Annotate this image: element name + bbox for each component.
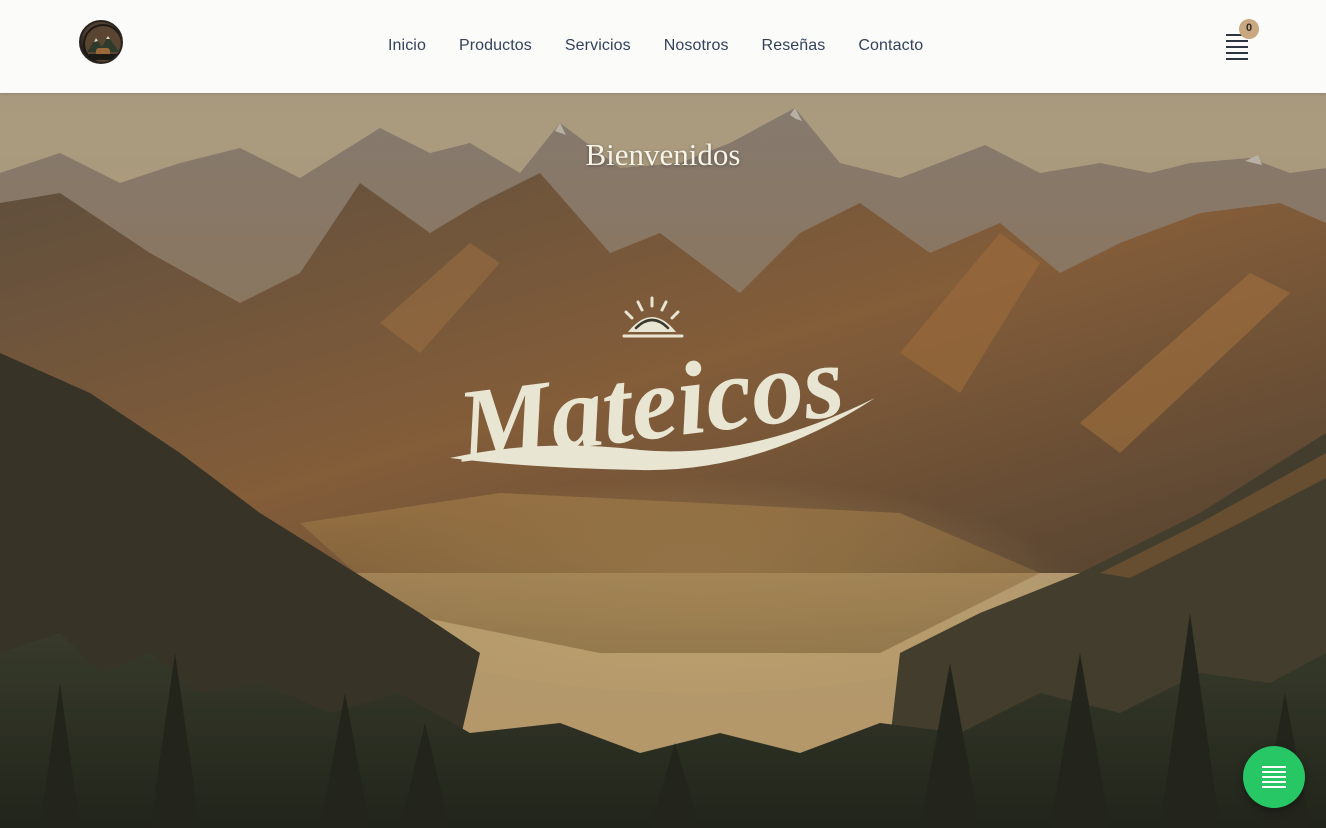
nav-item-contacto[interactable]: Contacto [858, 36, 923, 56]
mate-sun-icon [622, 296, 684, 338]
menu-line [1226, 52, 1248, 54]
menu-line [1226, 46, 1248, 48]
menu-line [1262, 781, 1286, 783]
nav-item-nosotros[interactable]: Nosotros [664, 36, 729, 56]
hero-section: Bienvenidos Mateicos [0, 93, 1326, 828]
menu-line [1226, 58, 1248, 60]
nav-item-inicio[interactable]: Inicio [388, 36, 426, 56]
brand-wordmark: Mateicos [450, 296, 875, 485]
menu-line [1262, 786, 1286, 788]
nav-item-productos[interactable]: Productos [459, 36, 532, 56]
main-nav: Inicio Productos Servicios Nosotros Rese… [388, 36, 923, 56]
menu-line [1226, 40, 1248, 42]
hero-welcome-heading: Bienvenidos [585, 137, 741, 172]
menu-line [1262, 771, 1286, 773]
menu-line [1262, 776, 1286, 778]
cart-count-badge: 0 [1239, 19, 1259, 39]
mateicos-logo-icon [83, 24, 121, 62]
nav-item-servicios[interactable]: Servicios [565, 36, 631, 56]
site-header: Inicio Productos Servicios Nosotros Rese… [0, 0, 1326, 93]
logo[interactable] [79, 20, 123, 64]
menu-lines-icon [1262, 766, 1286, 768]
chat-button[interactable] [1243, 746, 1305, 808]
nav-item-resenas[interactable]: Reseñas [762, 36, 826, 56]
